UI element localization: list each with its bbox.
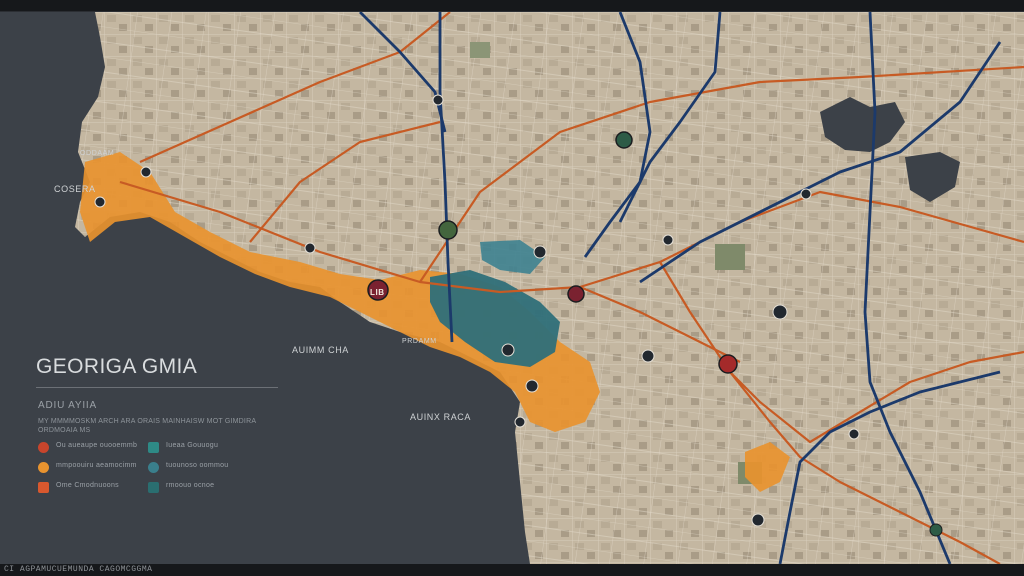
legend-label: tuounoso oommou [166,462,229,469]
marker-badge-label: LIB [370,288,385,297]
marker-pin[interactable] [567,285,585,303]
marker-pin[interactable] [438,220,458,240]
marker-dot[interactable] [800,188,812,200]
park [715,244,745,270]
title-divider [36,387,278,388]
marker-pin[interactable] [615,131,633,149]
marker-pin[interactable] [718,354,738,374]
legend-item: Ou aueaupe ouooemmb [38,440,148,460]
legend-column-left: Ou aueaupe ouooemmb mmpoouiru aeamocimm … [38,440,148,500]
marker-pin[interactable] [641,349,655,363]
legend-swatch [148,482,159,493]
marker-dot[interactable] [848,428,860,440]
legend-label: Iueaa Gouuogu [166,442,219,449]
info-panel: GEORIGA GMIA ADIU AYIIA MY MMMMOSKM ARCH… [30,344,280,504]
bay-label: AUIMM CHA [292,345,349,355]
marker-pin[interactable] [533,245,547,259]
footer-text: CI AGPAMUCUEMUNDA CAGOMCGGMA [4,565,153,574]
park [470,42,490,58]
marker-dot[interactable] [525,379,539,393]
top-window-bar [0,0,1024,12]
city-label: ODDAAM [80,150,115,157]
status-bar: CI AGPAMUCUEMUNDA CAGOMCGGMA [0,564,1024,576]
marker-dot[interactable] [514,416,526,428]
legend-label: mmpoouiru aeamocimm [56,462,137,469]
legend-swatch [38,462,49,473]
marker-pin[interactable] [772,304,788,320]
legend-swatch [38,442,49,453]
legend-label: Ou aueaupe ouooemmb [56,442,138,449]
area-label: AUINX RACA [410,412,472,422]
legend-column-right: Iueaa Gouuogu tuounoso oommou rmoouo ocn… [148,440,258,500]
marker-pin[interactable] [929,523,943,537]
legend-swatch [38,482,49,493]
legend-item: rmoouo ocnoe [148,480,258,500]
legend-item: mmpoouiru aeamocimm [38,460,148,480]
legend-swatch [148,442,159,453]
legend-item: Ome Cmodnuoons [38,480,148,500]
map-title: GEORIGA GMIA [36,355,198,378]
marker-dot[interactable] [501,343,515,357]
marker-dot[interactable] [140,166,152,178]
marker-dot[interactable] [662,234,674,246]
legend-swatch [148,462,159,473]
marker-dot[interactable] [94,196,106,208]
legend-label: rmoouo ocnoe [166,482,215,489]
marker-pin[interactable] [751,513,765,527]
legend-item: tuounoso oommou [148,460,258,480]
marker-dot[interactable] [304,242,316,254]
legend-label: Ome Cmodnuoons [56,482,119,489]
map-subtitle: ADIU AYIIA [38,400,97,411]
marker-dot[interactable] [432,94,444,106]
map-description: MY MMMMOSKM ARCH ARA ORAIS MAINHAISW MOT… [38,418,256,434]
city-label: COSERA [54,184,96,194]
legend-item: Iueaa Gouuogu [148,440,258,460]
bay-label: PRDAMM [402,338,437,345]
